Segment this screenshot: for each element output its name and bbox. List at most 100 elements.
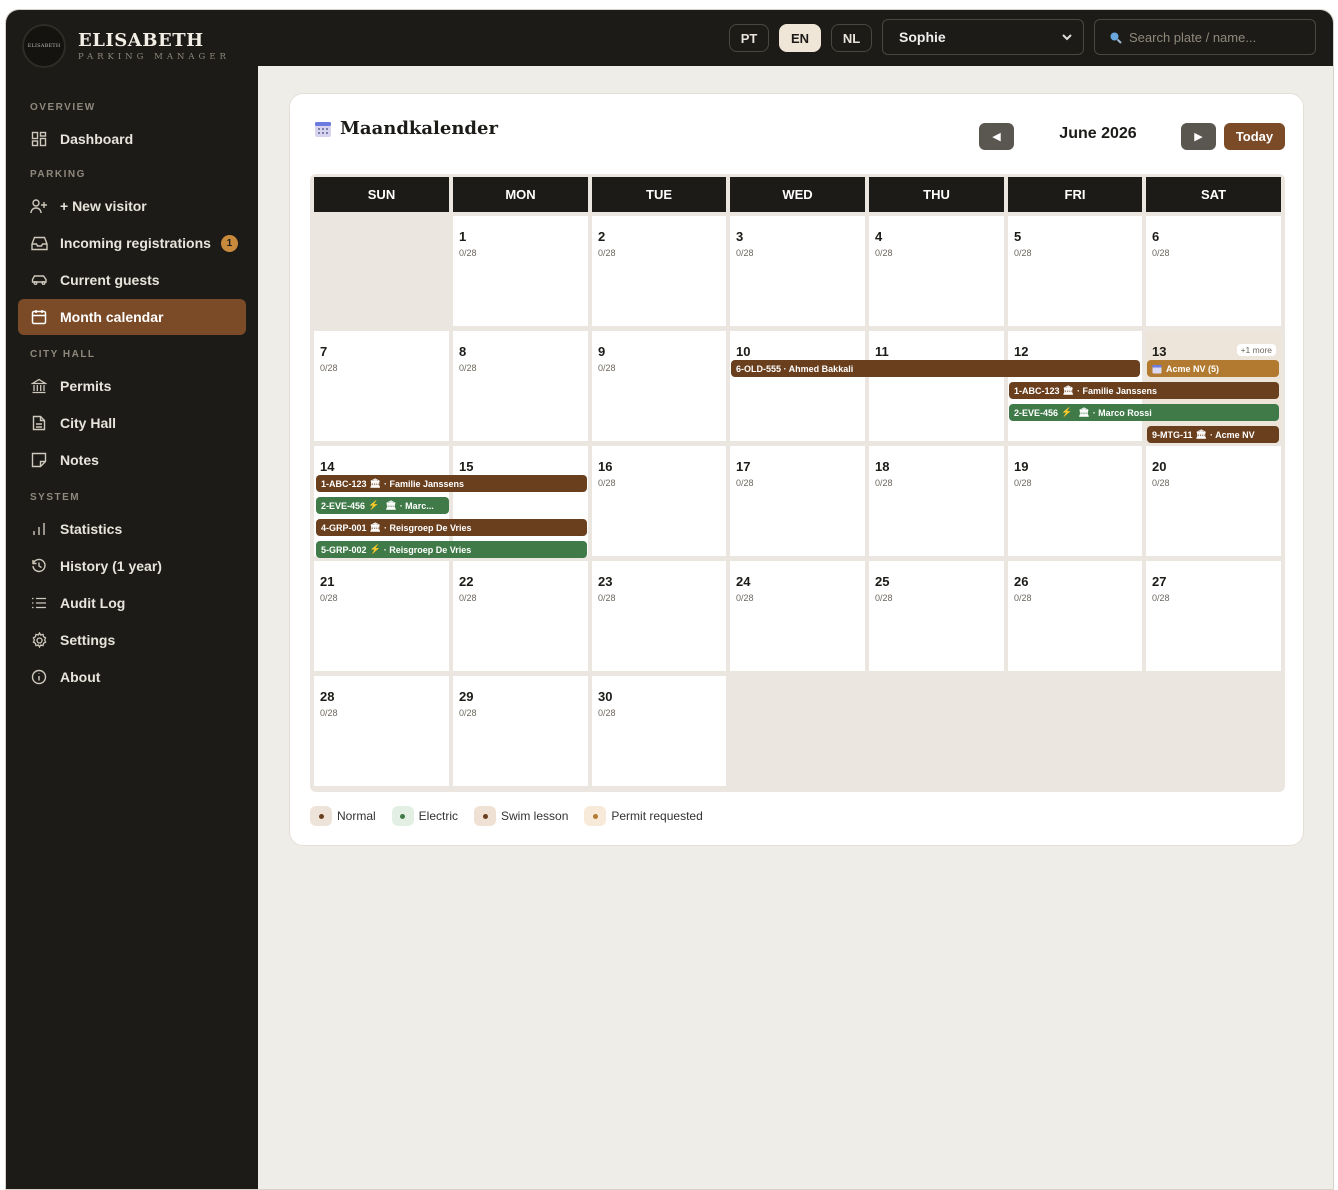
sidebar-item-city-hall[interactable]: City Hall: [18, 405, 246, 441]
occupancy: 0/28: [1152, 593, 1170, 603]
day-cell[interactable]: 30 0/28: [592, 676, 726, 786]
day-number: 11: [875, 344, 889, 359]
calendar-emoji-icon: [1152, 364, 1162, 374]
event-bar[interactable]: 4-GRP-001 🏛 · Reisgroep De Vries: [316, 519, 587, 536]
legend-swatch: [391, 806, 414, 826]
language-pt-button[interactable]: PT: [729, 24, 769, 52]
occupancy: 0/28: [459, 593, 477, 603]
inbox-icon: [30, 234, 48, 252]
day-cell[interactable]: 19 0/28: [1008, 446, 1142, 556]
day-number: 15: [459, 459, 474, 474]
sidebar-item-incoming-registrations[interactable]: Incoming registrations 1: [18, 225, 246, 261]
event-bar[interactable]: 5-GRP-002 ⚡ · Reisgroep De Vries: [316, 541, 587, 558]
event-bar[interactable]: 2-EVE-456 ⚡ 🏛 · Marco Rossi: [1009, 404, 1279, 421]
day-cell[interactable]: 8 0/28: [453, 331, 588, 441]
sidebar-item-about[interactable]: About: [18, 659, 246, 695]
sidebar-item-new-visitor[interactable]: + New visitor: [18, 188, 246, 224]
occupancy: 0/28: [320, 708, 338, 718]
sidebar-item-label: History (1 year): [60, 558, 162, 574]
next-month-button[interactable]: ▶: [1181, 123, 1216, 150]
previous-month-button[interactable]: ◀: [979, 123, 1014, 150]
day-cell[interactable]: 15: [453, 446, 588, 556]
occupancy: 0/28: [875, 593, 893, 603]
event-bar[interactable]: 2-EVE-456 ⚡ 🏛 · Marc...: [316, 497, 449, 514]
event-plate: 2-EVE-456: [321, 500, 366, 511]
day-cell[interactable]: 5 0/28: [1008, 216, 1142, 326]
sidebar-item-notes[interactable]: Notes: [18, 442, 246, 478]
occupancy: 0/28: [736, 248, 754, 258]
occupancy: 0/28: [875, 478, 893, 488]
day-cell[interactable]: 25 0/28: [869, 561, 1004, 671]
legend-swatch: [310, 806, 332, 826]
day-number: 17: [736, 459, 751, 474]
event-name: · Reisgroep De Vries: [383, 522, 472, 533]
sidebar-item-history[interactable]: History (1 year): [18, 548, 246, 584]
day-cell[interactable]: 7 0/28: [314, 331, 449, 441]
day-number: 22: [459, 574, 474, 589]
day-cell[interactable]: 9 0/28: [592, 331, 726, 441]
legend-label: Permit requested: [611, 809, 703, 823]
legend-label: Normal: [337, 809, 376, 823]
day-cell-empty: [730, 676, 865, 786]
sidebar-item-month-calendar[interactable]: Month calendar: [18, 299, 246, 335]
city-hall-icon: 🏛: [385, 500, 397, 510]
day-cell[interactable]: 29 0/28: [453, 676, 588, 786]
day-cell[interactable]: 28 0/28: [314, 676, 449, 786]
event-bar[interactable]: 6-OLD-555 · Ahmed Bakkali: [731, 360, 1140, 377]
sidebar-item-current-guests[interactable]: Current guests: [18, 262, 246, 298]
sidebar-item-audit-log[interactable]: Audit Log: [18, 585, 246, 621]
day-cell[interactable]: 21 0/28: [314, 561, 449, 671]
document-icon: [30, 414, 48, 432]
event-bar[interactable]: Acme NV (5): [1147, 360, 1279, 377]
weekday-header: TUE: [592, 177, 726, 212]
history-icon: [30, 557, 48, 575]
day-cell[interactable]: 1 0/28: [453, 216, 588, 326]
day-cell[interactable]: 2 0/28: [592, 216, 726, 326]
search-input[interactable]: Search plate / name...: [1094, 19, 1316, 55]
event-name: · Marc...: [399, 500, 434, 511]
day-cell[interactable]: 10: [730, 331, 865, 441]
day-number: 3: [736, 229, 744, 244]
event-bar[interactable]: 1-ABC-123 🏛 · Familie Janssens: [1009, 382, 1279, 399]
language-nl-button[interactable]: NL: [831, 24, 872, 52]
day-cell[interactable]: 22 0/28: [453, 561, 588, 671]
sidebar-item-permits[interactable]: Permits: [18, 368, 246, 404]
day-number: 18: [875, 459, 890, 474]
legend-swatch: [584, 806, 607, 826]
occupancy: 0/28: [598, 248, 616, 258]
brand: ELISABETH ELISABETH PARKING MANAGER: [6, 10, 258, 82]
day-cell[interactable]: 27 0/28: [1146, 561, 1281, 671]
day-cell[interactable]: 6 0/28: [1146, 216, 1281, 326]
bar-chart-icon: [30, 520, 48, 538]
today-button[interactable]: Today: [1224, 123, 1285, 150]
user-select[interactable]: Sophie: [882, 19, 1084, 55]
sidebar-item-label: + New visitor: [60, 198, 147, 214]
sidebar-item-statistics[interactable]: Statistics: [18, 511, 246, 547]
sidebar-item-settings[interactable]: Settings: [18, 622, 246, 658]
day-cell[interactable]: 16 0/28: [592, 446, 726, 556]
day-cell[interactable]: 17 0/28: [730, 446, 865, 556]
day-number: 14: [320, 459, 335, 474]
day-cell[interactable]: 24 0/28: [730, 561, 865, 671]
calendar-emoji-icon: [314, 120, 332, 138]
day-cell[interactable]: 20 0/28: [1146, 446, 1281, 556]
section-parking: PARKING: [30, 169, 86, 180]
day-cell[interactable]: 26 0/28: [1008, 561, 1142, 671]
city-hall-icon: 🏛: [1062, 385, 1074, 395]
day-cell[interactable]: 3 0/28: [730, 216, 865, 326]
event-bar[interactable]: 9-MTG-11 🏛 · Acme NV: [1147, 426, 1279, 443]
day-cell[interactable]: 23 0/28: [592, 561, 726, 671]
day-number: 8: [459, 344, 467, 359]
day-cell[interactable]: 18 0/28: [869, 446, 1004, 556]
sidebar-item-dashboard[interactable]: Dashboard: [18, 121, 246, 157]
day-cell[interactable]: 4 0/28: [869, 216, 1004, 326]
language-en-button[interactable]: EN: [779, 24, 821, 52]
more-events-link[interactable]: +1 more: [1236, 344, 1276, 356]
legend-item-swim-lesson: Swim lesson: [474, 806, 568, 826]
day-number: 9: [598, 344, 606, 359]
day-number: 4: [875, 229, 883, 244]
day-cell[interactable]: 11: [869, 331, 1004, 441]
day-number: 16: [598, 459, 613, 474]
event-bar[interactable]: 1-ABC-123 🏛 · Familie Janssens: [316, 475, 587, 492]
sidebar-item-label: Dashboard: [60, 131, 134, 147]
